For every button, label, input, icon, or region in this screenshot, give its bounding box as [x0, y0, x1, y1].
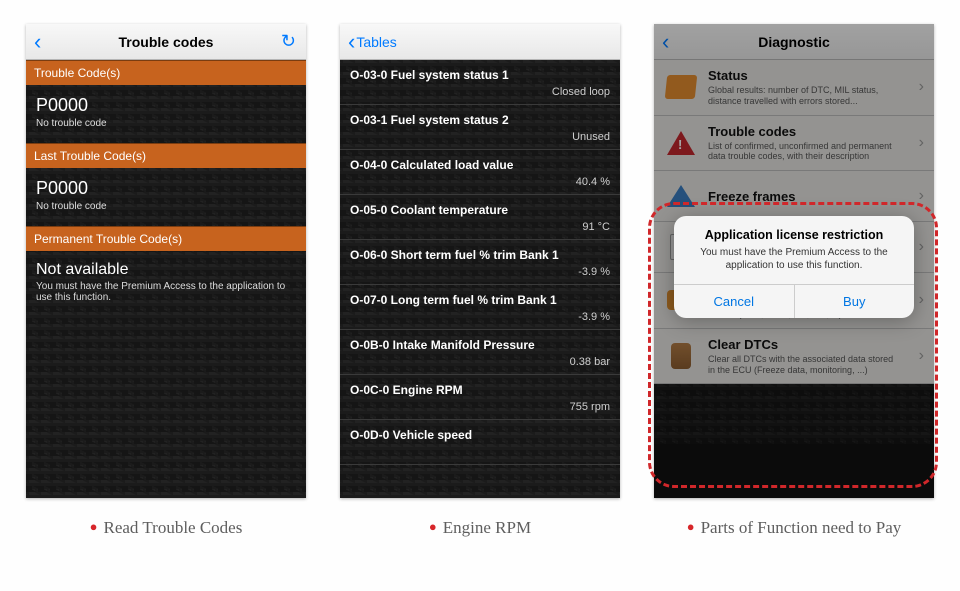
pid-label: O-03-0 Fuel system status 1: [350, 68, 610, 82]
license-alert: Application license restriction You must…: [674, 216, 914, 318]
code-entry: P0000 No trouble code: [26, 168, 306, 226]
phone-tables: ‹Tables O-03-0 Fuel system status 1 Close…: [340, 24, 620, 498]
code-entry: Not available You must have the Premium …: [26, 251, 306, 317]
pid-row[interactable]: O-03-1 Fuel system status 2 Unused: [340, 105, 620, 150]
alert-cancel-button[interactable]: Cancel: [674, 285, 795, 318]
navbar: ‹Tables: [340, 24, 620, 60]
pid-row[interactable]: O-05-0 Coolant temperature 91 °C: [340, 195, 620, 240]
refresh-button[interactable]: ↻: [281, 31, 296, 52]
alert-title: Application license restriction: [674, 216, 914, 246]
pid-value: 755 rpm: [350, 401, 610, 415]
code-entry: P0000 No trouble code: [26, 85, 306, 143]
pid-label: O-0C-0 Engine RPM: [350, 383, 610, 397]
pid-label: O-0B-0 Intake Manifold Pressure: [350, 338, 610, 352]
pid-row[interactable]: O-03-0 Fuel system status 1 Closed loop: [340, 60, 620, 105]
section-header: Trouble Code(s): [26, 60, 306, 85]
pid-value: [350, 446, 610, 460]
alert-message: You must have the Premium Access to the …: [674, 246, 914, 284]
chevron-left-icon: ‹: [348, 31, 355, 53]
pid-label: O-0D-0 Vehicle speed: [350, 428, 610, 442]
code-value: P0000: [36, 95, 296, 116]
pid-row[interactable]: O-0D-0 Vehicle speed: [340, 420, 620, 465]
pid-value: 40.4 %: [350, 176, 610, 190]
pid-value: 91 °C: [350, 221, 610, 235]
section-header: Last Trouble Code(s): [26, 143, 306, 168]
bullet-icon: ●: [429, 519, 437, 534]
navbar: ‹ Trouble codes ↻: [26, 24, 306, 60]
pid-row[interactable]: O-0B-0 Intake Manifold Pressure 0.38 bar: [340, 330, 620, 375]
back-label: Tables: [356, 34, 396, 50]
code-desc: No trouble code: [36, 201, 296, 212]
alert-buy-button[interactable]: Buy: [795, 285, 915, 318]
pid-value: 0.38 bar: [350, 356, 610, 370]
navbar-title: Trouble codes: [119, 34, 214, 50]
pid-value: -3.9 %: [350, 311, 610, 325]
back-button[interactable]: ‹Tables: [348, 31, 397, 53]
pid-value: Closed loop: [350, 86, 610, 100]
code-desc: You must have the Premium Access to the …: [36, 281, 296, 303]
pid-label: O-05-0 Coolant temperature: [350, 203, 610, 217]
caption-3: ●Parts of Function need to Pay: [654, 518, 934, 538]
bullet-icon: ●: [687, 519, 695, 534]
caption-2: ●Engine RPM: [340, 518, 620, 538]
phone-trouble-codes: ‹ Trouble codes ↻ Trouble Code(s) P0000 …: [26, 24, 306, 498]
chevron-left-icon: ‹: [34, 31, 41, 53]
pid-value: -3.9 %: [350, 266, 610, 280]
pid-row[interactable]: O-0C-0 Engine RPM 755 rpm: [340, 375, 620, 420]
bullet-icon: ●: [90, 519, 98, 534]
pid-row[interactable]: O-06-0 Short term fuel % trim Bank 1 -3.9…: [340, 240, 620, 285]
pid-label: O-03-1 Fuel system status 2: [350, 113, 610, 127]
phone-diagnostic: ‹ Diagnostic StatusGlobal results: numbe…: [654, 24, 934, 498]
pid-label: O-07-0 Long term fuel % trim Bank 1: [350, 293, 610, 307]
section-header: Permanent Trouble Code(s): [26, 226, 306, 251]
code-value: Not available: [36, 261, 296, 279]
pid-row[interactable]: O-07-0 Long term fuel % trim Bank 1 -3.9 …: [340, 285, 620, 330]
pid-label: O-04-0 Calculated load value: [350, 158, 610, 172]
back-button[interactable]: ‹: [34, 31, 42, 53]
code-desc: No trouble code: [36, 118, 296, 129]
pid-label: O-06-0 Short term fuel % trim Bank 1: [350, 248, 610, 262]
pid-row[interactable]: O-04-0 Calculated load value 40.4 %: [340, 150, 620, 195]
pid-value: Unused: [350, 131, 610, 145]
caption-1: ●Read Trouble Codes: [26, 518, 306, 538]
code-value: P0000: [36, 178, 296, 199]
